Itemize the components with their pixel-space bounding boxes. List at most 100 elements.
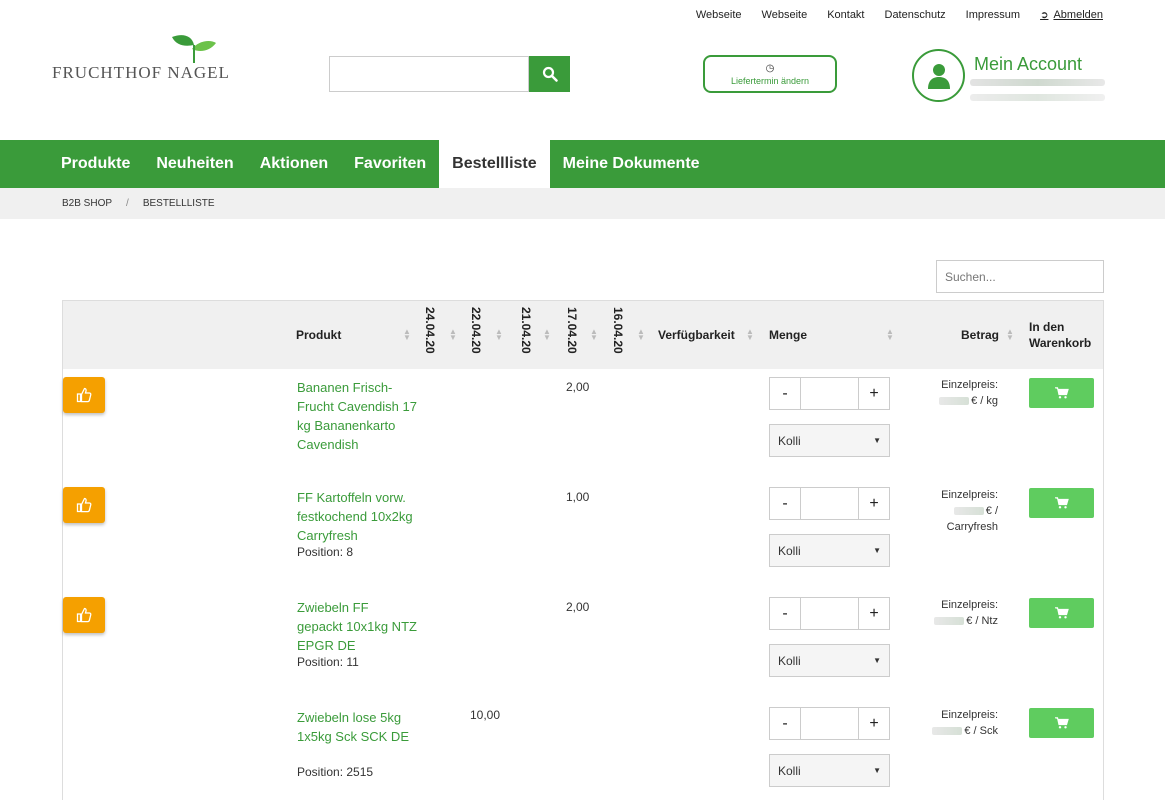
unit-select-value: Kolli [778, 433, 801, 448]
product-name-link[interactable]: Zwiebeln lose 5kg 1x5kg Sck SCK DE [297, 708, 417, 746]
product-name-link[interactable]: Bananen Frisch-Frucht Cavendish 17 kg Ba… [297, 378, 417, 454]
quantity-stepper: - + [769, 597, 890, 630]
quantity-input[interactable] [800, 708, 859, 739]
thumbs-up-icon [76, 607, 92, 623]
clock-icon: ◷ [765, 62, 775, 74]
user-icon [927, 63, 950, 89]
quantity-stepper: - + [769, 377, 890, 410]
unit-select[interactable]: Kolli ▼ [769, 644, 890, 677]
account-title[interactable]: Mein Account [974, 54, 1082, 75]
nav-neuheiten[interactable]: Neuheiten [143, 140, 246, 188]
history-qty: 1,00 [566, 490, 590, 504]
avatar[interactable] [912, 49, 965, 102]
cart-icon [1054, 497, 1069, 509]
account-name-redacted [970, 79, 1105, 86]
search-input[interactable] [329, 56, 529, 92]
price-label: Einzelpreis: [941, 489, 998, 501]
product-position: Position: 8 [297, 545, 354, 559]
col-date-3[interactable]: 21.04.20 [519, 307, 533, 354]
history-qty: 10,00 [470, 708, 501, 722]
unit-select-value: Kolli [778, 763, 801, 778]
logout-icon: ➲ [1040, 9, 1049, 21]
minus-button[interactable]: - [770, 598, 800, 629]
minus-button[interactable]: - [770, 708, 800, 739]
plus-button[interactable]: + [859, 708, 889, 739]
like-button[interactable] [63, 597, 105, 633]
cart-icon [1054, 607, 1069, 619]
toplink-webseite-1[interactable]: Webseite [696, 9, 742, 21]
table-search-input[interactable] [936, 260, 1104, 293]
caret-down-icon: ▼ [873, 656, 881, 665]
product-name-link[interactable]: FF Kartoffeln vorw. festkochend 10x2kg C… [297, 488, 417, 545]
plus-button[interactable]: + [859, 488, 889, 519]
toplink-kontakt[interactable]: Kontakt [827, 9, 864, 21]
thumbs-up-icon [76, 497, 92, 513]
sort-icon[interactable]: ▲ ▼ [449, 328, 457, 342]
add-to-cart-button[interactable] [1029, 488, 1094, 518]
logo-text: FRUCHTHOF NAGEL [52, 63, 230, 82]
quantity-input[interactable] [800, 598, 859, 629]
sort-icon[interactable]: ▲ ▼ [746, 328, 754, 342]
sort-icon[interactable]: ▲ ▼ [1006, 328, 1014, 342]
caret-down-icon: ▼ [873, 546, 881, 555]
sort-icon[interactable]: ▲ ▼ [886, 328, 894, 342]
search-icon [542, 66, 558, 82]
nav-favoriten[interactable]: Favoriten [341, 140, 439, 188]
liefertermin-button[interactable]: ◷ Liefertermin ändern [703, 55, 837, 93]
unit-select[interactable]: Kolli ▼ [769, 534, 890, 567]
breadcrumb-separator: / [126, 198, 129, 209]
search-button[interactable] [529, 56, 570, 92]
col-date-2[interactable]: 22.04.20 [469, 307, 483, 354]
sort-icon[interactable]: ▲ ▼ [543, 328, 551, 342]
col-date-5[interactable]: 16.04.20 [611, 307, 625, 354]
nav-meine-dokumente[interactable]: Meine Dokumente [550, 140, 713, 188]
add-to-cart-button[interactable] [1029, 708, 1094, 738]
add-to-cart-button[interactable] [1029, 598, 1094, 628]
price-label: Einzelpreis: [941, 709, 998, 721]
cart-icon [1054, 717, 1069, 729]
col-produkt[interactable]: Produkt [296, 328, 341, 342]
cart-icon [1054, 387, 1069, 399]
minus-button[interactable]: - [770, 378, 800, 409]
plus-button[interactable]: + [859, 598, 889, 629]
sort-icon[interactable]: ▲ ▼ [495, 328, 503, 342]
unit-select[interactable]: Kolli ▼ [769, 424, 890, 457]
toplink-datenschutz[interactable]: Datenschutz [885, 9, 946, 21]
col-date-1[interactable]: 24.04.20 [423, 307, 437, 354]
caret-down-icon: ▼ [873, 766, 881, 775]
like-button[interactable] [63, 377, 105, 413]
price-cell: Einzelpreis: € / Sck [923, 707, 998, 739]
unit-select[interactable]: Kolli ▼ [769, 754, 890, 787]
col-menge[interactable]: Menge [769, 328, 807, 342]
sort-icon[interactable]: ▲ ▼ [403, 328, 411, 342]
quantity-input[interactable] [800, 378, 859, 409]
like-button[interactable] [63, 487, 105, 523]
account-id-redacted [970, 94, 1105, 101]
breadcrumb-b2b-shop[interactable]: B2B SHOP [62, 198, 112, 209]
price-redacted [932, 727, 963, 736]
col-betrag[interactable]: Betrag [943, 328, 999, 342]
price-unit: € / Ntz [966, 615, 998, 627]
toplink-impressum[interactable]: Impressum [966, 9, 1020, 21]
quantity-input[interactable] [800, 488, 859, 519]
breadcrumb-bestellliste: BESTELLLISTE [142, 198, 215, 209]
nav-aktionen[interactable]: Aktionen [247, 140, 341, 188]
col-verfuegbarkeit[interactable]: Verfügbarkeit [658, 328, 735, 342]
sort-icon[interactable]: ▲ ▼ [590, 328, 598, 342]
product-name-link[interactable]: Zwiebeln FF gepackt 10x1kg NTZ EPGR DE [297, 598, 417, 655]
price-redacted [939, 397, 970, 406]
price-label: Einzelpreis: [941, 599, 998, 611]
price-redacted [953, 507, 984, 516]
logo[interactable]: FRUCHTHOF NAGEL [52, 33, 277, 83]
plus-button[interactable]: + [859, 378, 889, 409]
breadcrumb: B2B SHOP / BESTELLLISTE [0, 188, 1165, 219]
add-to-cart-button[interactable] [1029, 378, 1094, 408]
liefertermin-label: Liefertermin ändern [730, 75, 810, 86]
toplink-webseite-2[interactable]: Webseite [762, 9, 808, 21]
col-date-4[interactable]: 17.04.20 [565, 307, 579, 354]
nav-produkte[interactable]: Produkte [48, 140, 143, 188]
minus-button[interactable]: - [770, 488, 800, 519]
sort-icon[interactable]: ▲ ▼ [637, 328, 645, 342]
nav-bestellliste[interactable]: Bestellliste [439, 140, 550, 188]
logout-link[interactable]: ➲ Abmelden [1040, 9, 1103, 21]
